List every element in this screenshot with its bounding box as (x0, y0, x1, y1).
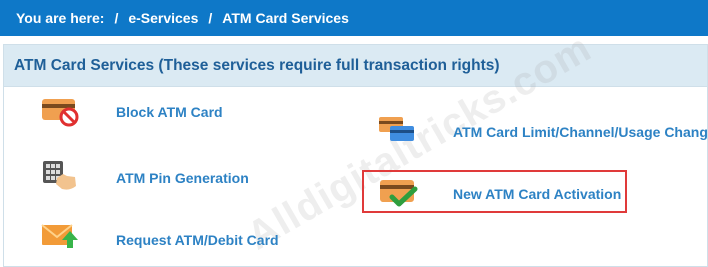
atm-card-limit-change-link[interactable]: ATM Card Limit/Channel/Usage Change (378, 113, 708, 145)
request-atm-debit-card-label: Request ATM/Debit Card (116, 232, 279, 248)
panel-title: ATM Card Services (These services requir… (4, 45, 707, 87)
atm-pin-generation-link[interactable]: ATM Pin Generation (40, 158, 249, 194)
block-atm-card-link[interactable]: Block ATM Card (40, 96, 223, 128)
breadcrumb-separator: / (114, 10, 119, 26)
keypad-icon (43, 161, 76, 190)
atm-card-services-panel: ATM Card Services (These services requir… (3, 44, 708, 267)
request-atm-debit-card-link[interactable]: Request ATM/Debit Card (40, 219, 279, 251)
block-atm-card-label: Block ATM Card (116, 104, 223, 120)
breadcrumb-item-e-services[interactable]: e-Services (128, 10, 198, 26)
breadcrumb-separator: / (208, 10, 213, 26)
breadcrumb: You are here: / e-Services / ATM Card Se… (0, 0, 708, 36)
atm-card-limit-change-label: ATM Card Limit/Channel/Usage Change (453, 124, 708, 140)
card-activation-check-icon (380, 180, 418, 207)
block-card-icon (42, 99, 79, 127)
breadcrumb-item-atm-card-services: ATM Card Services (222, 10, 349, 26)
breadcrumb-prefix: You are here: (16, 10, 105, 26)
new-atm-card-activation-link[interactable]: New ATM Card Activation (378, 177, 621, 209)
atm-pin-generation-label: ATM Pin Generation (116, 170, 249, 186)
cards-icon (379, 117, 414, 141)
envelope-upload-icon (41, 224, 78, 248)
new-atm-card-activation-label: New ATM Card Activation (453, 186, 622, 202)
